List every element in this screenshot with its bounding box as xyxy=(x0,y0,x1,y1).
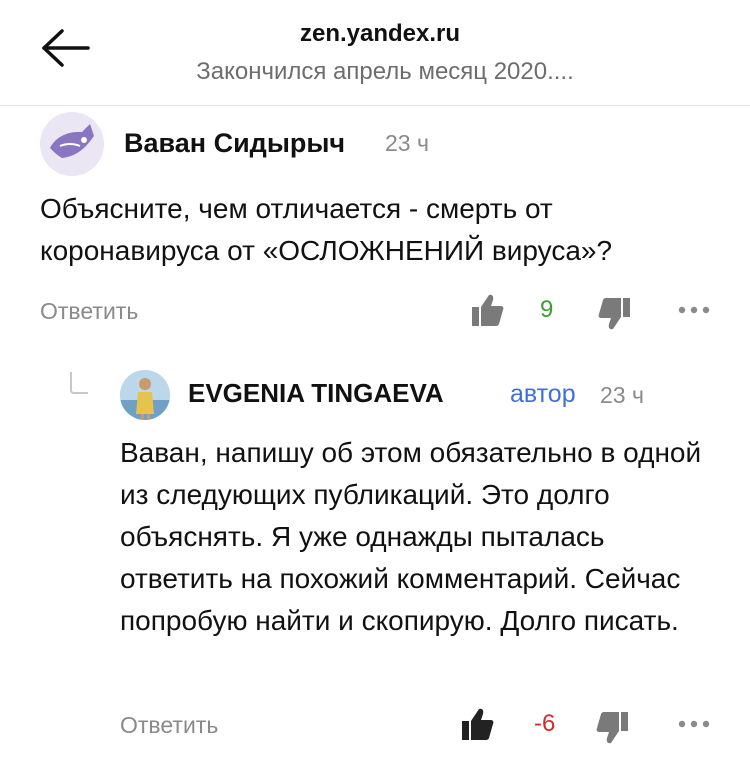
fish-avatar-icon xyxy=(40,112,104,176)
comment-author[interactable]: Ваван Сидырыч xyxy=(124,128,345,159)
reply-button[interactable]: Ответить xyxy=(120,712,218,739)
comment-score: -6 xyxy=(534,710,556,737)
thumbs-up-icon[interactable] xyxy=(460,706,494,742)
comment-time: 23 ч xyxy=(600,382,644,408)
top-bar: zen.yandex.ru Закончился апрель месяц 20… xyxy=(0,0,750,106)
comment-author[interactable]: EVGENIA TINGAEVA xyxy=(188,378,444,409)
more-options-icon[interactable] xyxy=(674,298,714,322)
photo-avatar-icon xyxy=(120,370,170,420)
comment-actions: Ответить 9 xyxy=(40,292,730,332)
comment-actions: Ответить -6 xyxy=(120,706,730,746)
comment-text: Ваван, напишу об этом обязательно в одно… xyxy=(120,437,702,636)
avatar[interactable] xyxy=(120,370,170,420)
site-domain: zen.yandex.ru xyxy=(299,20,461,47)
reply-button[interactable]: Ответить xyxy=(40,298,138,325)
comment-time: 23 ч xyxy=(385,130,429,156)
more-options-icon[interactable] xyxy=(674,712,714,736)
thumbs-up-icon[interactable] xyxy=(470,292,504,328)
reply-thread-line-icon xyxy=(68,370,90,396)
thumbs-down-icon[interactable] xyxy=(596,710,630,746)
thumbs-down-icon[interactable] xyxy=(598,296,632,332)
author-badge: автор xyxy=(510,380,576,408)
avatar[interactable] xyxy=(40,112,104,176)
comment-text: Объясните, чем отличается - смерть от ко… xyxy=(40,193,613,266)
comment-score: 9 xyxy=(540,296,554,323)
article-title: Закончился апрель месяц 2020.... xyxy=(196,58,574,85)
